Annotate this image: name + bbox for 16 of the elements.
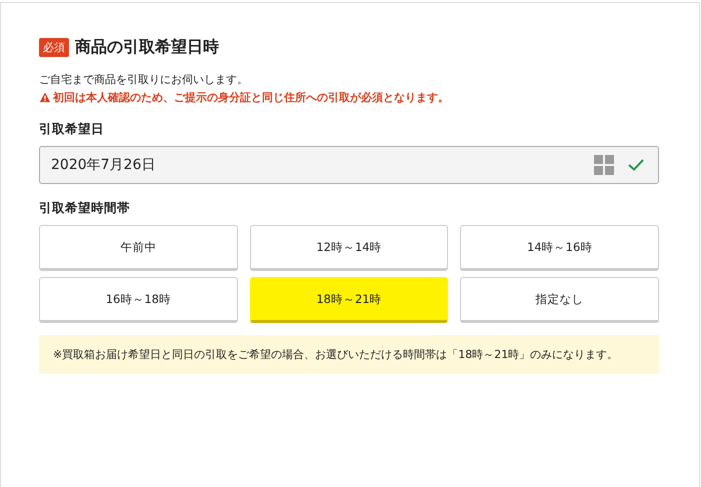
description-text: ご自宅まで商品を引取りにお伺いします。 <box>39 72 249 87</box>
time-slot-button[interactable]: 午前中 <box>39 225 238 271</box>
time-slot-button[interactable]: 16時～18時 <box>39 277 238 323</box>
date-field[interactable]: 2020年7月26日 <box>39 146 659 184</box>
time-slot-button[interactable]: 指定なし <box>460 277 659 323</box>
warning-text: 初回は本人確認のため、ご提示の身分証と同じ住所への引取が必須となります。 <box>53 90 449 105</box>
field-label: 引取希望日 <box>39 121 105 138</box>
section-title: 商品の引取希望日時 <box>75 37 219 58</box>
grid-icon[interactable] <box>594 155 614 175</box>
time-slot-button[interactable]: 18時～21時 <box>250 277 448 323</box>
time-slot-button[interactable]: 14時～16時 <box>460 225 659 271</box>
field-label: 引取希望時間帯 <box>39 200 131 217</box>
required-badge: 必須 <box>39 38 69 57</box>
time-slot-button[interactable]: 12時～14時 <box>250 225 448 271</box>
notice-text: ※買取箱お届け希望日と同日の引取をご希望の場合、お選びいただける時間帯は「18時～21時」のみになります。 <box>39 335 659 374</box>
warning-icon <box>39 92 51 103</box>
